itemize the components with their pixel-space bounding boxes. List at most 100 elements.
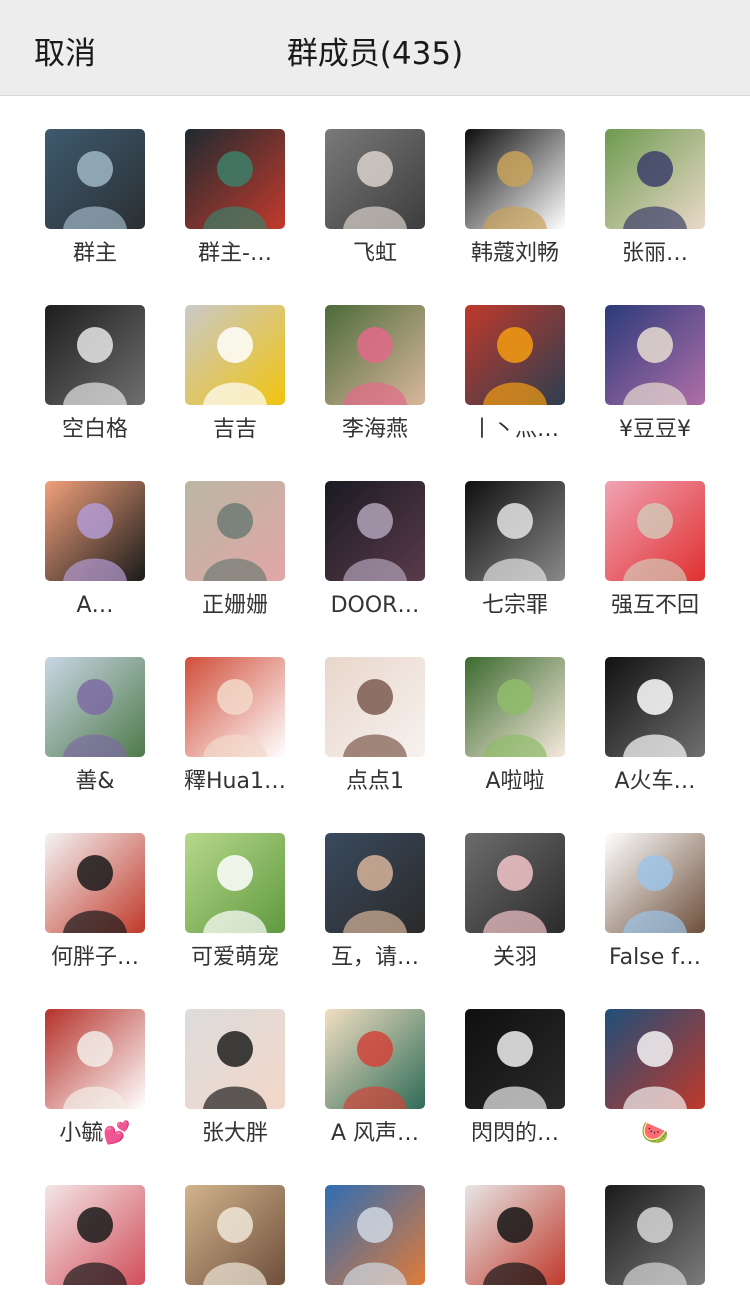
- koi-fish-art: [325, 1009, 425, 1109]
- member-item[interactable]: 閃閃的…: [445, 1009, 585, 1179]
- steering-wheel-photo: [45, 129, 145, 229]
- member-item[interactable]: 关羽: [445, 833, 585, 1003]
- member-item[interactable]: 可爱萌宠: [165, 833, 305, 1003]
- member-name: 吉吉: [212, 417, 257, 442]
- member-item[interactable]: DOOR…: [305, 481, 445, 651]
- avatar[interactable]: [325, 657, 425, 757]
- avatar[interactable]: [465, 129, 565, 229]
- avatar[interactable]: [325, 481, 425, 581]
- member-item[interactable]: A啦啦: [445, 657, 585, 827]
- lavender-field-photo: [45, 657, 145, 757]
- member-name: 釋Hua1…: [184, 769, 286, 794]
- member-item[interactable]: 吉吉: [165, 305, 305, 475]
- bw-portrait-photo: [45, 305, 145, 405]
- member-name: A…: [76, 593, 114, 618]
- avatar[interactable]: [185, 129, 285, 229]
- avatar[interactable]: [45, 1009, 145, 1109]
- member-name: 张丽…: [621, 241, 688, 266]
- avatar[interactable]: [605, 1185, 705, 1285]
- sleeping-man-photo: [605, 1185, 705, 1285]
- member-item[interactable]: 🍉: [585, 1009, 725, 1179]
- member-item[interactable]: 七宗罪: [445, 481, 585, 651]
- member-name: 飞虹: [352, 241, 397, 266]
- member-name: DOOR…: [330, 593, 420, 618]
- member-item[interactable]: 何胖子…: [25, 833, 165, 1003]
- avatar[interactable]: [185, 305, 285, 405]
- avatar[interactable]: [185, 1185, 285, 1285]
- member-name: 互，请…: [330, 945, 419, 970]
- member-item[interactable]: 张大胖: [165, 1009, 305, 1179]
- member-item[interactable]: [585, 1185, 725, 1300]
- member-item[interactable]: 丨丶灬…: [445, 305, 585, 475]
- avatar[interactable]: [465, 833, 565, 933]
- man-on-stage-photo: [185, 129, 285, 229]
- avatar[interactable]: [45, 129, 145, 229]
- avatar[interactable]: [465, 657, 565, 757]
- member-item[interactable]: 釋Hua1…: [165, 657, 305, 827]
- avatar[interactable]: [465, 1009, 565, 1109]
- member-item[interactable]: 善&: [25, 657, 165, 827]
- member-item[interactable]: 韩蔻刘畅: [445, 129, 585, 299]
- avatar[interactable]: [45, 833, 145, 933]
- bunny-cartoon: [185, 305, 285, 405]
- avatar[interactable]: [325, 1185, 425, 1285]
- avatar[interactable]: [185, 481, 285, 581]
- member-item[interactable]: [445, 1185, 585, 1300]
- page-title: 群成员(435): [286, 36, 464, 72]
- member-item[interactable]: 李海燕: [305, 305, 445, 475]
- avatar[interactable]: [185, 833, 285, 933]
- avatar[interactable]: [45, 657, 145, 757]
- member-item[interactable]: 空白格: [25, 305, 165, 475]
- avatar[interactable]: [45, 305, 145, 405]
- member-name: 七宗罪: [481, 593, 548, 618]
- avatar[interactable]: [45, 481, 145, 581]
- avatar[interactable]: [325, 129, 425, 229]
- anime-couple-art: [465, 305, 565, 405]
- avatar[interactable]: [605, 1009, 705, 1109]
- member-name: 强互不回: [610, 593, 699, 618]
- member-item[interactable]: 强互不回: [585, 481, 725, 651]
- deer-antler-girl-photo: [465, 657, 565, 757]
- member-item[interactable]: A…: [25, 481, 165, 651]
- avatar[interactable]: [325, 1009, 425, 1109]
- member-item[interactable]: [165, 1185, 305, 1300]
- member-item[interactable]: 互，请…: [305, 833, 445, 1003]
- girl-portrait-photo: [325, 129, 425, 229]
- member-name: 群主: [72, 241, 117, 266]
- member-item[interactable]: False f…: [585, 833, 725, 1003]
- member-name: 李海燕: [341, 417, 408, 442]
- member-item[interactable]: ¥豆豆¥: [585, 305, 725, 475]
- member-item[interactable]: A火车…: [585, 657, 725, 827]
- avatar[interactable]: [605, 833, 705, 933]
- avatar[interactable]: [465, 1185, 565, 1285]
- member-name: 群主-…: [198, 241, 272, 266]
- member-item[interactable]: 张丽…: [585, 129, 725, 299]
- avatar[interactable]: [465, 305, 565, 405]
- member-name: False f…: [609, 945, 701, 970]
- woman-selfie-photo: [185, 1009, 285, 1109]
- member-item[interactable]: 正姗姗: [165, 481, 305, 651]
- avatar[interactable]: [325, 305, 425, 405]
- shopping-cart-laptop: [325, 1185, 425, 1285]
- member-item[interactable]: 点点1: [305, 657, 445, 827]
- nike-shirt-photo: [465, 1009, 565, 1109]
- member-item[interactable]: 小毓💕: [25, 1009, 165, 1179]
- member-item[interactable]: [25, 1185, 165, 1300]
- avatar[interactable]: [45, 1185, 145, 1285]
- avatar[interactable]: [185, 1009, 285, 1109]
- member-item[interactable]: [305, 1185, 445, 1300]
- member-name: 小毓💕: [59, 1121, 131, 1146]
- avatar[interactable]: [605, 481, 705, 581]
- avatar[interactable]: [185, 657, 285, 757]
- member-item[interactable]: 群主-…: [165, 129, 305, 299]
- avatar[interactable]: [605, 305, 705, 405]
- member-item[interactable]: 飞虹: [305, 129, 445, 299]
- member-item[interactable]: 群主: [25, 129, 165, 299]
- member-name: 韩蔻刘畅: [470, 241, 559, 266]
- member-item[interactable]: A 风声…: [305, 1009, 445, 1179]
- avatar[interactable]: [605, 129, 705, 229]
- avatar[interactable]: [605, 657, 705, 757]
- avatar[interactable]: [465, 481, 565, 581]
- avatar[interactable]: [325, 833, 425, 933]
- member-name: A 风声…: [330, 1121, 420, 1146]
